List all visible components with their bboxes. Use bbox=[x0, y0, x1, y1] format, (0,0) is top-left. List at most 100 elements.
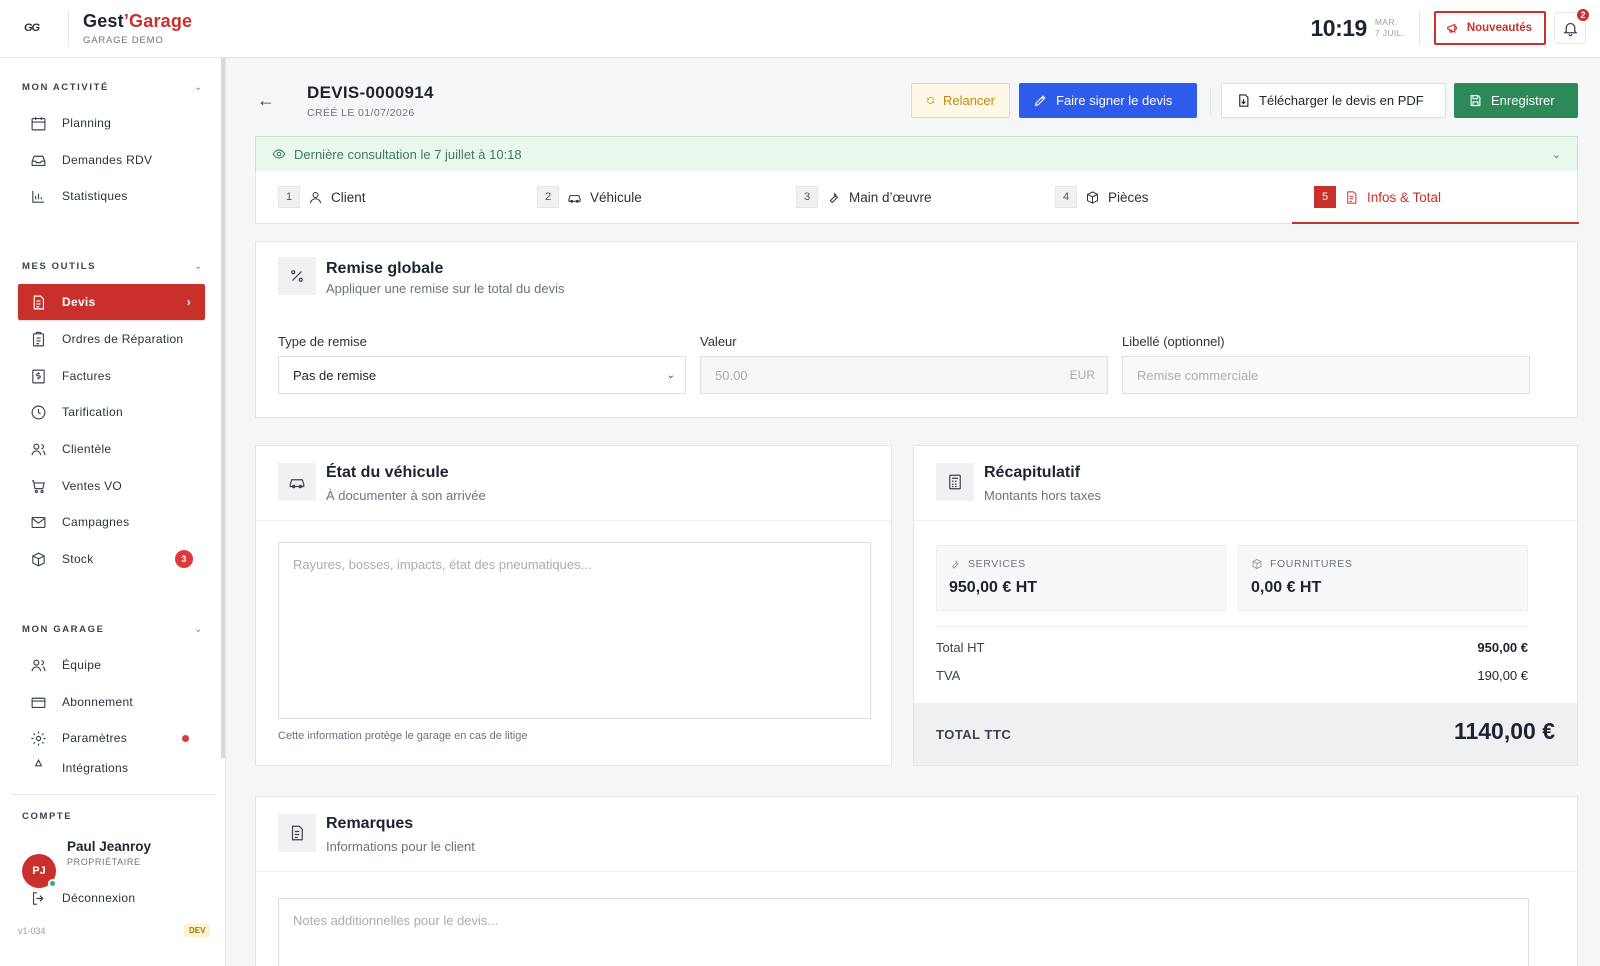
chevron-down-icon: ⌄ bbox=[666, 369, 675, 381]
section-account-header: COMPTE bbox=[22, 811, 73, 822]
sidebar-item-devis[interactable]: Devis › bbox=[18, 284, 205, 320]
tab-pieces[interactable]: 4 Pièces bbox=[1055, 171, 1149, 223]
discount-value-input[interactable]: 50.00 EUR bbox=[700, 356, 1108, 394]
vehicle-state-textarea[interactable]: Rayures, bosses, impacts, état des pneum… bbox=[278, 542, 871, 719]
remarks-card: Remarques Informations pour le client No… bbox=[255, 796, 1578, 966]
top-bar: GG Gest’Garage GARAGE DEMO 10:19 MAR. 7 … bbox=[0, 0, 1600, 58]
download-pdf-button[interactable]: Télécharger le devis en PDF bbox=[1221, 83, 1446, 118]
back-arrow-icon[interactable]: ← bbox=[257, 90, 275, 111]
brand-name: Gest’Garage bbox=[83, 11, 193, 31]
app-logo[interactable]: GG bbox=[24, 22, 46, 36]
sidebar-item-campagnes[interactable]: Campagnes bbox=[18, 504, 205, 540]
notification-count-badge: 2 bbox=[1575, 7, 1591, 23]
sidebar-item-statistiques[interactable]: Statistiques bbox=[18, 178, 205, 214]
consultation-text: Dernière consultation le 7 juillet à 10:… bbox=[294, 146, 522, 162]
credit-card-icon bbox=[31, 697, 46, 708]
discount-type-select[interactable]: Pas de remise ⌄ bbox=[278, 356, 686, 394]
gear-icon bbox=[31, 730, 46, 746]
discount-card: Remise globale Appliquer une remise sur … bbox=[255, 241, 1578, 418]
inbox-icon bbox=[31, 155, 46, 166]
brand-divider bbox=[68, 11, 69, 46]
bell-icon bbox=[1562, 22, 1578, 36]
vehicle-state-card: État du véhicule À documenter à son arri… bbox=[255, 445, 892, 766]
save-icon bbox=[1470, 94, 1481, 107]
remarks-subtitle: Informations pour le client bbox=[326, 839, 475, 854]
sidebar-item-factures[interactable]: Factures bbox=[18, 358, 205, 394]
document-icon bbox=[33, 295, 45, 309]
file-download-icon bbox=[1239, 94, 1249, 107]
remarks-textarea[interactable]: Notes additionnelles pour le devis... bbox=[278, 898, 1529, 966]
total-ttc-label: TOTAL TTC bbox=[936, 727, 1012, 742]
notifications-button[interactable]: 2 bbox=[1554, 7, 1591, 44]
vehicle-state-subtitle: À documenter à son arrivée bbox=[326, 488, 486, 503]
tab-client[interactable]: 1 Client bbox=[278, 171, 366, 223]
vehicle-state-help: Cette information protège le garage en c… bbox=[278, 730, 528, 742]
discount-title: Remise globale bbox=[326, 260, 444, 277]
user-icon bbox=[310, 191, 321, 203]
sidebar-item-stock[interactable]: Stock 3 bbox=[18, 541, 205, 577]
section-activity-header[interactable]: MON ACTIVITÉ ⌄ bbox=[22, 82, 204, 93]
chevron-down-icon: ⌄ bbox=[194, 82, 204, 93]
car-icon bbox=[568, 194, 581, 203]
garage-name: GARAGE DEMO bbox=[83, 35, 164, 46]
sidebar-item-parametres[interactable]: Paramètres bbox=[18, 720, 205, 756]
sidebar-item-abonnement[interactable]: Abonnement bbox=[18, 684, 205, 720]
user-name: Paul Jeanroy bbox=[67, 839, 152, 854]
mail-icon bbox=[31, 516, 46, 528]
relancer-button[interactable]: Relancer bbox=[911, 83, 1010, 118]
sidebar-scrollbar[interactable] bbox=[221, 58, 225, 758]
discount-value-label: Valeur bbox=[700, 334, 737, 349]
sidebar-item-clientele[interactable]: Clientèle bbox=[18, 431, 205, 467]
brand-block: Gest’Garage GARAGE DEMO bbox=[83, 11, 192, 46]
discount-label-input[interactable]: Remise commerciale bbox=[1122, 356, 1530, 394]
save-button[interactable]: Enregistrer bbox=[1454, 83, 1578, 118]
supplies-tile: FOURNITURES 0,00 € HT bbox=[1238, 545, 1528, 611]
section-tools-header[interactable]: MES OUTILS ⌄ bbox=[22, 261, 204, 272]
discount-type-label: Type de remise bbox=[278, 334, 367, 349]
logout-icon bbox=[32, 891, 44, 905]
bar-chart-icon bbox=[32, 190, 45, 203]
clock-icon bbox=[31, 405, 46, 419]
total-ttc-band: TOTAL TTC 1140,00 € bbox=[914, 703, 1577, 765]
chevron-down-icon: ⌄ bbox=[1551, 148, 1561, 161]
remarks-title: Remarques bbox=[326, 815, 414, 832]
news-button[interactable]: Nouveautés bbox=[1433, 11, 1546, 45]
sidebar-item-planning[interactable]: Planning bbox=[18, 105, 205, 141]
calendar-icon bbox=[31, 116, 46, 130]
total-ht-row: Total HT 950,00 € bbox=[936, 640, 1528, 655]
sidebar-item-ventes-vo[interactable]: Ventes VO bbox=[18, 468, 205, 504]
settings-alert-dot bbox=[182, 734, 189, 742]
team-icon bbox=[31, 659, 46, 671]
sign-quote-button[interactable]: Faire signer le devis bbox=[1019, 83, 1197, 118]
tab-vehicule[interactable]: 2 Véhicule bbox=[537, 171, 642, 223]
news-label: Nouveautés bbox=[1466, 22, 1532, 34]
discount-subtitle: Appliquer une remise sur le total du dev… bbox=[326, 281, 565, 296]
active-tab-indicator bbox=[1292, 222, 1579, 224]
tab-main-oeuvre[interactable]: 3 Main d’œuvre bbox=[796, 171, 932, 223]
chevron-right-icon: › bbox=[186, 295, 191, 309]
wrench-icon bbox=[829, 191, 839, 203]
sidebar-item-integrations[interactable]: Intégrations bbox=[18, 755, 205, 775]
sidebar-item-equipe[interactable]: Équipe bbox=[18, 647, 205, 683]
services-tile: SERVICES 950,00 € HT bbox=[936, 545, 1226, 611]
clock-time: 10:19 bbox=[1310, 14, 1367, 41]
summary-subtitle: Montants hors taxes bbox=[984, 488, 1102, 503]
cart-icon bbox=[32, 479, 45, 493]
invoice-icon bbox=[32, 369, 45, 383]
sidebar-item-ordres-reparation[interactable]: Ordres de Réparation bbox=[18, 321, 205, 357]
logout-button[interactable]: Déconnexion bbox=[18, 880, 205, 916]
sidebar-item-tarification[interactable]: Tarification bbox=[18, 394, 205, 430]
main-content: ← DEVIS-0000914 CRÉÉ LE 01/07/2026 Relan… bbox=[227, 58, 1600, 966]
car-icon bbox=[278, 463, 316, 501]
user-role: PROPRIÉTAIRE bbox=[67, 857, 141, 867]
tab-infos-total[interactable]: 5 Infos & Total bbox=[1314, 171, 1441, 223]
stock-alert-badge: 3 bbox=[175, 550, 193, 568]
last-consultation-banner[interactable]: Dernière consultation le 7 juillet à 10:… bbox=[255, 136, 1578, 172]
created-date: CRÉÉ LE 01/07/2026 bbox=[307, 107, 415, 119]
summary-card: Récapitulatif Montants hors taxes SERVIC… bbox=[913, 445, 1578, 766]
users-icon bbox=[31, 443, 46, 455]
refresh-icon bbox=[927, 97, 934, 104]
summary-title: Récapitulatif bbox=[984, 464, 1081, 481]
section-garage-header[interactable]: MON GARAGE ⌄ bbox=[22, 624, 204, 635]
sidebar-item-demandes-rdv[interactable]: Demandes RDV bbox=[18, 142, 205, 178]
